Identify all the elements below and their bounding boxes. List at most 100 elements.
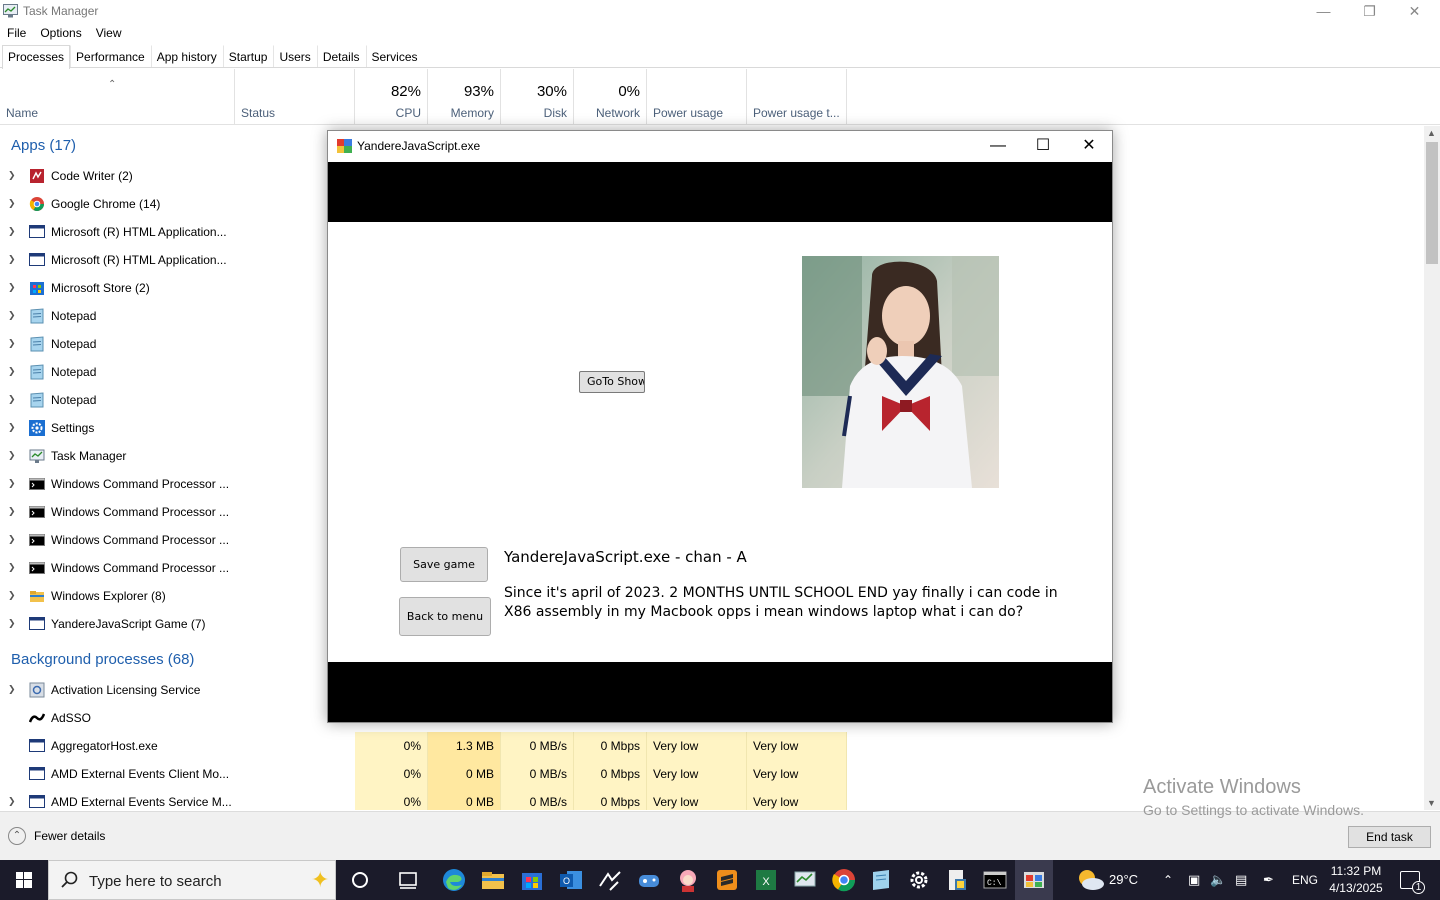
restore-button[interactable]: ❐	[1347, 0, 1392, 23]
tab-services[interactable]: Services	[365, 45, 424, 67]
column-power-trend[interactable]: Power usage t...	[747, 69, 847, 125]
expand-chevron-icon[interactable]: ❯	[8, 394, 16, 405]
volume-icon[interactable]: 🔈	[1210, 860, 1226, 900]
save-game-button[interactable]: Save game	[400, 547, 488, 582]
expand-chevron-icon[interactable]: ❯	[8, 590, 16, 601]
expand-chevron-icon[interactable]: ❯	[8, 338, 16, 349]
gear-icon[interactable]	[905, 866, 933, 894]
column-network[interactable]: 0% Network	[574, 69, 647, 125]
process-name: Google Chrome (14)	[51, 197, 161, 211]
tab-performance[interactable]: Performance	[70, 45, 151, 67]
column-status[interactable]: Status	[235, 69, 355, 125]
notepad-icon[interactable]	[867, 866, 895, 894]
cell-trend: Very low	[747, 788, 847, 810]
activate-windows-watermark: Activate Windows Go to Settings to activ…	[1143, 776, 1364, 818]
expand-chevron-icon[interactable]: ❯	[8, 198, 16, 209]
anime-app-icon[interactable]	[674, 866, 702, 894]
column-disk[interactable]: 30% Disk	[501, 69, 574, 125]
tab-details[interactable]: Details	[316, 45, 366, 67]
expand-chevron-icon[interactable]: ❯	[8, 684, 16, 695]
scroll-up-icon[interactable]: ▲	[1427, 128, 1436, 138]
outlook-icon[interactable]: O	[557, 866, 585, 894]
game-minimize-button[interactable]: —	[975, 131, 1021, 161]
minimize-button[interactable]: —	[1301, 0, 1346, 23]
goto-show-button[interactable]: GoTo Show	[579, 371, 645, 393]
expand-chevron-icon[interactable]: ❯	[8, 562, 16, 573]
expand-chevron-icon[interactable]: ❯	[8, 618, 16, 629]
scroll-thumb[interactable]	[1426, 142, 1438, 264]
game-maximize-button[interactable]: ☐	[1020, 131, 1066, 161]
python-file-icon[interactable]	[943, 866, 971, 894]
file-explorer-icon[interactable]	[479, 866, 507, 894]
cmd-icon[interactable]: C:\	[981, 866, 1009, 894]
tab-processes[interactable]: Processes	[2, 45, 71, 69]
language-indicator[interactable]: ENG	[1292, 860, 1318, 900]
expand-chevron-icon[interactable]: ❯	[8, 310, 16, 321]
yandere-game-icon[interactable]	[1020, 866, 1048, 894]
process-list-scrollbar[interactable]: ▲ ▼	[1424, 126, 1440, 810]
tab-users[interactable]: Users	[273, 45, 316, 67]
tab-startup[interactable]: Startup	[222, 45, 274, 67]
close-button[interactable]: ✕	[1392, 0, 1437, 23]
expand-chevron-icon[interactable]: ❯	[8, 282, 16, 293]
fewer-details-button[interactable]: ⌃ Fewer details	[8, 827, 105, 845]
edge-icon[interactable]	[440, 866, 468, 894]
excel-icon[interactable]: X	[752, 866, 780, 894]
store-icon[interactable]	[518, 866, 546, 894]
cell-power: Very low	[647, 788, 747, 810]
column-power-usage[interactable]: Power usage	[647, 69, 747, 125]
window-icon	[29, 253, 45, 266]
expand-chevron-icon[interactable]: ❯	[8, 366, 16, 377]
back-to-menu-button[interactable]: Back to menu	[399, 597, 491, 636]
expand-chevron-icon[interactable]: ❯	[8, 534, 16, 545]
cell-power: Very low	[647, 732, 747, 760]
expand-chevron-icon[interactable]: ❯	[8, 478, 16, 489]
chrome-icon	[29, 197, 44, 211]
table-row[interactable]: AggregatorHost.exe 0% 1.3 MB 0 MB/s 0 Mbps Ve…	[0, 732, 1424, 760]
code-writer-icon[interactable]	[596, 866, 624, 894]
tab-app-history[interactable]: App history	[150, 45, 223, 67]
meet-now-icon[interactable]: ▣	[1188, 860, 1200, 900]
task-manager-icon[interactable]	[791, 866, 819, 894]
windows-start-icon[interactable]	[0, 860, 48, 900]
menu-view[interactable]: View	[89, 24, 129, 42]
scroll-down-icon[interactable]: ▼	[1427, 798, 1436, 808]
expand-chevron-icon[interactable]: ❯	[8, 254, 16, 265]
expand-chevron-icon[interactable]: ❯	[8, 796, 16, 807]
menu-file[interactable]: File	[0, 24, 33, 42]
expand-chevron-icon[interactable]: ❯	[8, 170, 16, 181]
pen-icon[interactable]: ✒	[1263, 860, 1274, 900]
column-cpu-label: CPU	[395, 106, 421, 120]
menu-bar: File Options View	[0, 24, 129, 42]
menu-options[interactable]: Options	[33, 24, 88, 42]
cortana-icon[interactable]	[346, 866, 374, 894]
svg-text:O: O	[563, 876, 570, 886]
expand-chevron-icon[interactable]: ❯	[8, 226, 16, 237]
expand-chevron-icon[interactable]: ❯	[8, 450, 16, 461]
column-cpu[interactable]: 82% CPU	[355, 69, 428, 125]
weather-temperature[interactable]: 29°C	[1109, 860, 1138, 900]
system-clock[interactable]: 11:32 PM 4/13/2025	[1318, 863, 1394, 897]
game-close-button[interactable]: ✕	[1066, 131, 1112, 161]
end-task-button[interactable]: End task	[1348, 826, 1431, 848]
cell-mem: 0 MB	[428, 760, 501, 788]
column-memory[interactable]: 93% Memory	[428, 69, 501, 125]
process-name: YandereJavaScript Game (7)	[51, 617, 206, 631]
expand-chevron-icon[interactable]: ❯	[8, 506, 16, 517]
window-icon	[29, 225, 45, 238]
weather-icon[interactable]	[1075, 867, 1105, 893]
background-group-header[interactable]: Background processes (68)	[11, 651, 194, 668]
notification-center-icon[interactable]: 1	[1400, 871, 1425, 894]
taskbar-search-box[interactable]: Type here to search ✦	[48, 860, 336, 900]
network-icon[interactable]: ▤	[1235, 860, 1247, 900]
expand-chevron-icon[interactable]: ❯	[8, 422, 16, 433]
cell-net: 0 Mbps	[574, 760, 647, 788]
tray-chevron-up-icon[interactable]: ⌃	[1163, 860, 1173, 900]
game-controller-icon[interactable]	[635, 866, 663, 894]
sublime-text-icon[interactable]	[713, 866, 741, 894]
apps-group-header[interactable]: Apps (17)	[11, 137, 76, 154]
column-name[interactable]: ⌃ Name	[0, 69, 235, 125]
chrome-icon[interactable]	[830, 866, 858, 894]
cell-net: 0 Mbps	[574, 732, 647, 760]
task-view-icon[interactable]	[394, 866, 422, 894]
